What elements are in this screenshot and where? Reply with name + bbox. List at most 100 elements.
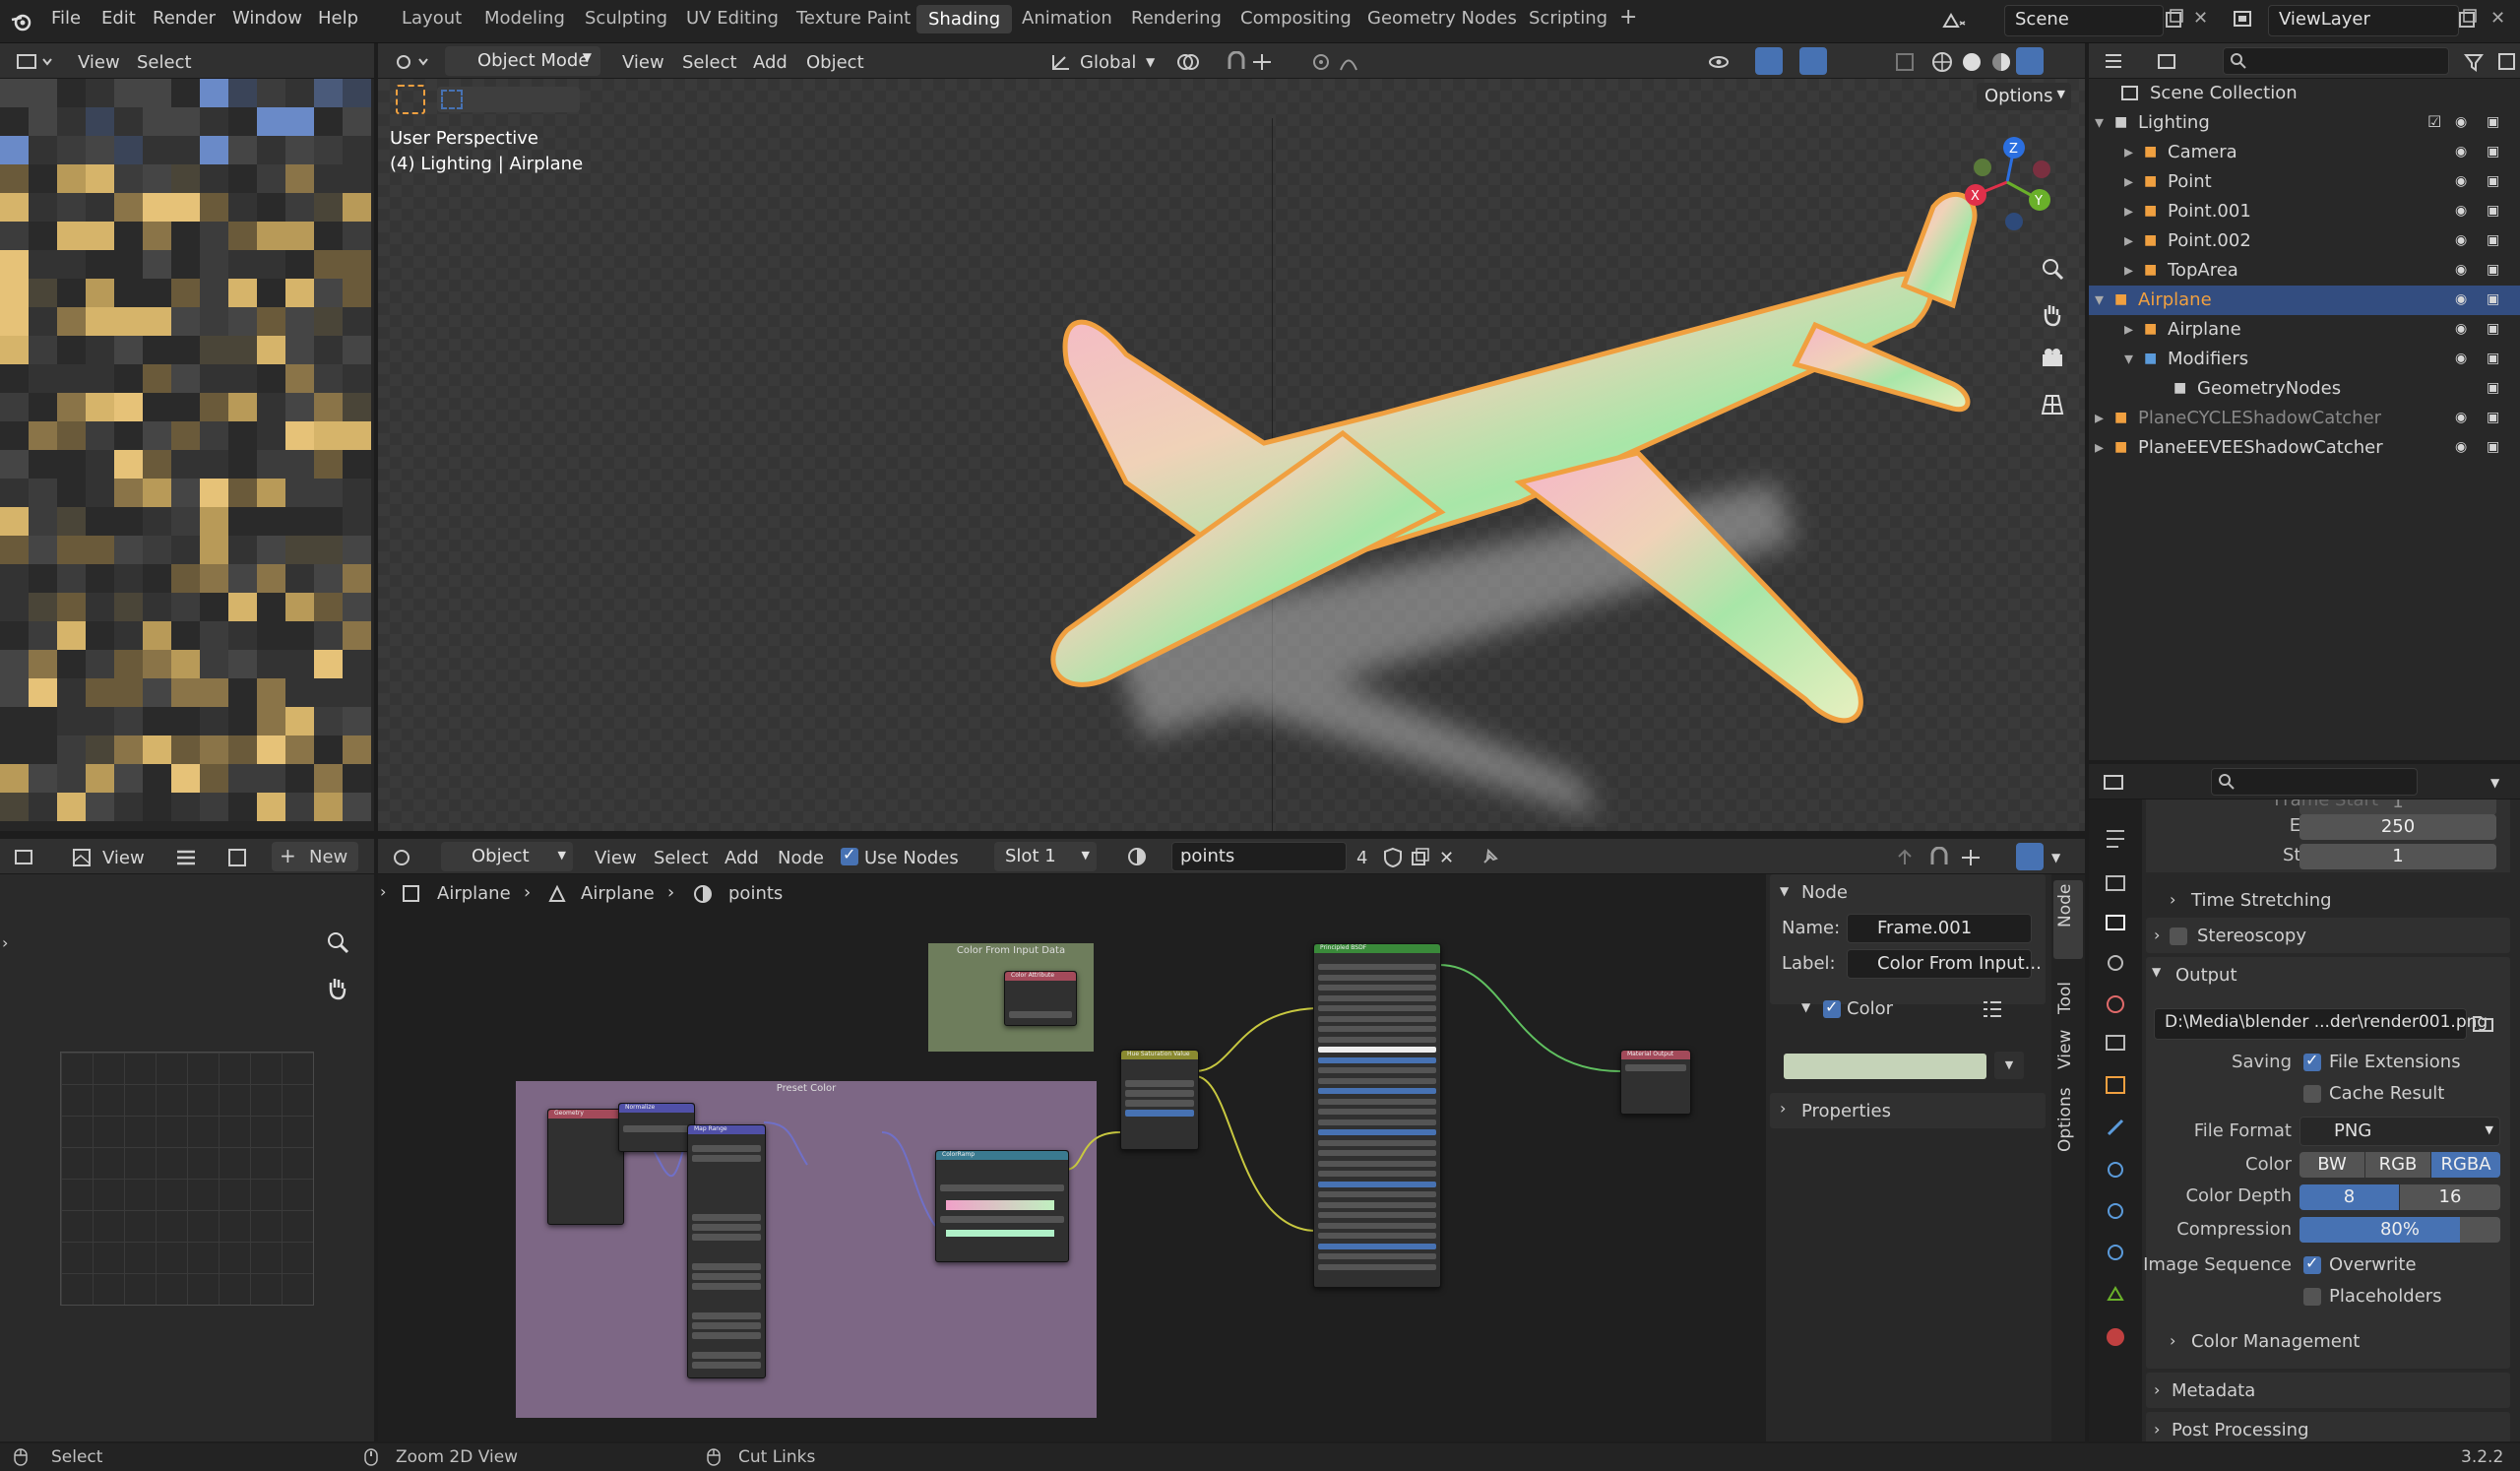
editor-type-icon[interactable] [394,51,431,73]
overwrite-checkbox[interactable] [2303,1253,2321,1274]
expand-right-icon[interactable]: ▸ [2095,408,2104,428]
visibility-eye-icon[interactable]: ◉ [2455,321,2467,337]
pin-icon[interactable] [1479,847,1500,868]
menu-edit[interactable]: Edit [101,8,136,29]
bsdf-input-row[interactable] [1318,985,1436,991]
options-dropdown[interactable]: Options ▼ [1977,83,2071,110]
bsdf-input-row[interactable] [1318,1088,1436,1094]
bsdf-input-row[interactable] [1318,1191,1436,1197]
tab-scripting[interactable]: Scripting [1529,8,1607,29]
editor-type-icon[interactable] [2103,772,2142,794]
bsdf-input-row[interactable] [1318,1171,1436,1177]
pan-hand-icon[interactable] [2040,301,2065,327]
color-bw-button[interactable]: BW [2300,1152,2364,1178]
bsdf-input-row[interactable] [1318,1139,1436,1146]
bsdf-input-row[interactable] [1318,1077,1436,1084]
tab-tool-label[interactable]: Tool [2055,982,2075,1014]
node-color-swatch[interactable] [1784,1054,1986,1079]
bsdf-input-row[interactable] [1318,1047,1436,1053]
scene-field[interactable]: Scene [2004,5,2164,36]
hamburger-icon[interactable] [175,849,197,866]
bsdf-input-row[interactable] [1318,964,1436,970]
overlay-toggle-button[interactable] [1799,47,1827,75]
select-box-new-button[interactable] [441,90,463,109]
close-scene-icon[interactable]: ✕ [2193,8,2208,29]
expand-right-icon[interactable]: ▸ [2124,201,2133,222]
solid-shading-icon[interactable] [1959,49,1984,75]
image-editor-canvas[interactable]: › [0,874,374,1441]
expand-right-icon[interactable]: ▸ [2095,437,2104,458]
bsdf-input-row[interactable] [1318,1067,1436,1073]
bsdf-input-row[interactable] [1318,1109,1436,1115]
outliner-row[interactable]: ▾ ■ Airplane ◉ ▣ [2089,286,2520,315]
outliner-row[interactable]: ▾ ■ Lighting ◉ ▣ ☑ [2089,108,2520,138]
material-users-count[interactable]: 4 [1356,848,1367,868]
frame-end-field[interactable]: 250 [2300,814,2496,840]
node-hue-saturation[interactable]: Hue Saturation Value [1120,1050,1199,1150]
wireframe-shading-icon[interactable] [1929,49,1955,75]
snap-target-icon[interactable] [1250,51,1280,73]
file-format-dropdown[interactable]: PNG ▼ [2300,1117,2500,1146]
3d-viewport[interactable]: User Perspective (4) Lighting | Airplane… [378,79,2085,831]
render-camera-icon[interactable]: ▣ [2487,114,2499,130]
cache-result-checkbox[interactable] [2303,1085,2321,1103]
node-normalize[interactable]: Normalize [618,1103,695,1152]
exclude-checkbox[interactable]: ☑ [2427,112,2441,131]
tab-options-label[interactable]: Options [2055,1087,2075,1152]
editor-type-icon[interactable] [14,847,53,868]
visibility-eye-icon[interactable]: ◉ [2455,173,2467,189]
snap-node-icon[interactable] [1959,847,1992,868]
outliner-row[interactable]: ▸ ■ Airplane ◉ ▣ [2089,315,2520,345]
snap-icon[interactable] [1927,847,1951,868]
expand-right-icon[interactable]: ▸ [2124,171,2133,192]
bsdf-input-row[interactable] [1318,1201,1436,1208]
menu-render[interactable]: Render [153,8,216,29]
bsdf-input-row[interactable] [1318,1129,1436,1135]
outliner-row[interactable]: ▸ ■ Point.001 ◉ ▣ [2089,197,2520,226]
node-label-field[interactable]: Color From Input... [1847,949,2042,979]
pivot-icon[interactable] [1175,51,1205,73]
shader-type-dropdown[interactable]: Object ▼ [441,842,573,871]
visibility-eye-icon[interactable]: ◉ [2455,144,2467,160]
node-view-menu[interactable]: View [595,848,637,868]
bsdf-input-row[interactable] [1318,994,1436,1001]
tab-compositing[interactable]: Compositing [1240,8,1352,29]
tab-uv-editing[interactable]: UV Editing [686,8,779,29]
orientation-dropdown[interactable]: Global [1080,52,1136,73]
gizmo-toggle-button[interactable] [1755,47,1783,75]
visibility-icon[interactable] [1707,51,1746,73]
use-nodes-checkbox[interactable] [841,845,858,865]
color-management-subpanel[interactable]: Color Management [2191,1331,2360,1352]
node-geometry[interactable]: Geometry [547,1109,624,1225]
outliner-row[interactable]: ▸ ■ Camera ◉ ▣ [2089,138,2520,167]
node-editor-canvas[interactable]: › Airplane › Airplane › points Color Fro… [378,874,1766,1441]
filter-icon[interactable] [2463,51,2496,73]
bsdf-input-row[interactable] [1318,1181,1436,1187]
copy-scene-icon[interactable] [2164,8,2185,32]
bsdf-input-row[interactable] [1318,1150,1436,1156]
bsdf-input-row[interactable] [1318,1119,1436,1125]
overlay-toggle-button[interactable] [2016,843,2044,870]
menu-help[interactable]: Help [318,8,358,29]
image-mode-icon[interactable] [71,847,94,868]
menu-file[interactable]: File [51,8,81,29]
render-camera-icon[interactable]: ▣ [2487,351,2499,366]
node-add-menu[interactable]: Add [724,848,759,868]
editor-type-icon[interactable] [16,51,55,73]
bsdf-input-row[interactable] [1318,1222,1436,1229]
camera-view-icon[interactable] [2040,347,2065,372]
tab-texture-paint[interactable]: Texture Paint [796,8,911,29]
node-name-field[interactable]: Frame.001 [1847,914,2032,943]
expand-down-icon[interactable]: ▾ [2124,349,2133,369]
file-extensions-checkbox[interactable] [2303,1051,2321,1071]
tab-rendering[interactable]: Rendering [1131,8,1222,29]
render-camera-icon[interactable]: ▣ [2487,410,2499,425]
chevron-down-icon[interactable]: ▼ [2051,851,2060,864]
material-name-field[interactable]: points [1171,842,1347,871]
unlink-material-icon[interactable]: ✕ [1439,848,1454,868]
editor-type-icon[interactable] [392,847,431,868]
node-color-checkbox[interactable] [1823,997,1841,1018]
outliner-row[interactable]: ▸ ■ Point ◉ ▣ [2089,167,2520,197]
stereoscopy-checkbox[interactable] [2170,927,2187,945]
tab-view-label[interactable]: View [2055,1030,2075,1069]
